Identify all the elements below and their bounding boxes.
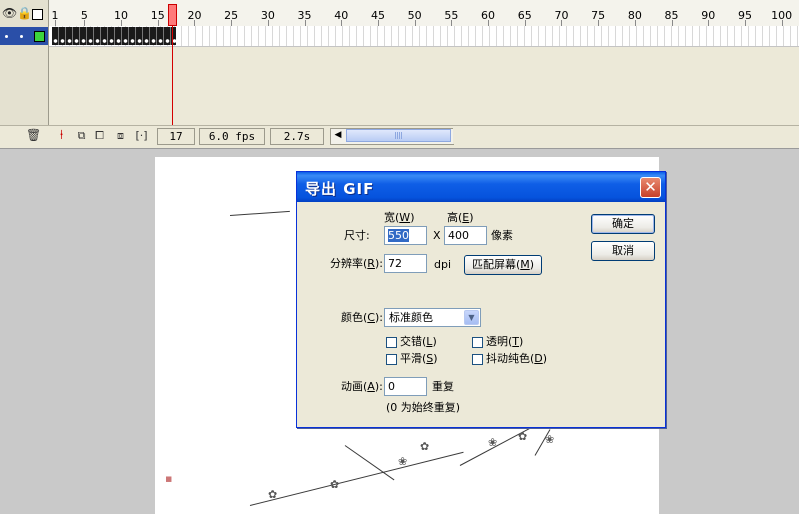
- eye-icon[interactable]: 👁: [2, 7, 17, 19]
- colors-select[interactable]: 标准颜色 ▼: [384, 308, 481, 327]
- width-header: 宽(W): [384, 211, 415, 224]
- timeline-empty-area: [49, 47, 799, 125]
- size-unit: 像素: [491, 229, 513, 242]
- blossom-icon: ❀: [398, 455, 408, 468]
- blossom-icon: ✿: [518, 430, 528, 443]
- layer-visibility-dot[interactable]: [5, 35, 8, 38]
- edit-multiple-frames-icon[interactable]: ⧈: [114, 129, 127, 142]
- colors-label: 颜色(C):: [341, 311, 383, 324]
- seal-mark-icon: ▪: [165, 472, 173, 485]
- resolution-input[interactable]: 72: [384, 254, 427, 273]
- interlace-checkbox[interactable]: [386, 337, 397, 348]
- width-input[interactable]: 550: [384, 226, 427, 245]
- close-icon: ✕: [644, 178, 657, 196]
- dialog-titlebar[interactable]: 导出 GIF ✕: [297, 172, 665, 202]
- onion-skin-outline-icon[interactable]: ⧠: [93, 129, 106, 142]
- lock-icon[interactable]: 🔒: [17, 7, 32, 19]
- interlace-label: 交错(L): [400, 335, 437, 348]
- trash-icon[interactable]: 🗑: [26, 129, 41, 142]
- smooth-label: 平滑(S): [400, 352, 438, 365]
- smooth-checkbox[interactable]: [386, 354, 397, 365]
- blossom-icon: ❀: [545, 433, 555, 446]
- resolution-unit: dpi: [434, 258, 452, 271]
- blossom-icon: ✿: [420, 440, 430, 453]
- dialog-title: 导出 GIF: [305, 180, 375, 198]
- export-gif-dialog: 导出 GIF ✕ 宽(W) 高(E) 尺寸: 550 X 400 像素 分辨率(…: [296, 171, 666, 428]
- outline-icon[interactable]: [32, 9, 43, 20]
- chevron-down-icon[interactable]: ▼: [464, 310, 479, 325]
- resolution-label: 分辨率(R):: [330, 257, 383, 270]
- current-frame-readout: 17: [157, 128, 195, 145]
- transparent-checkbox[interactable]: [472, 337, 483, 348]
- dither-checkbox[interactable]: [472, 354, 483, 365]
- size-separator: X: [433, 229, 441, 242]
- match-screen-button[interactable]: 匹配屏幕(M): [464, 255, 542, 275]
- size-label: 尺寸:: [344, 229, 370, 242]
- blossom-icon: ✿: [268, 488, 278, 501]
- elapsed-time-readout: 2.7s: [270, 128, 324, 145]
- height-input[interactable]: 400: [444, 226, 487, 245]
- layer-outline-color[interactable]: [34, 31, 45, 42]
- scroll-left-arrow-icon[interactable]: ◀: [331, 129, 345, 142]
- frame-rate-readout: 6.0 fps: [199, 128, 265, 145]
- status-bar-fill: [453, 128, 799, 144]
- close-button[interactable]: ✕: [640, 177, 661, 198]
- center-frame-icon[interactable]: ⍿: [55, 129, 68, 142]
- blossom-icon: ❀: [488, 436, 498, 449]
- cancel-button[interactable]: 取消: [591, 241, 655, 261]
- onion-skin-icon[interactable]: ⧉: [75, 129, 88, 142]
- playhead-handle[interactable]: [168, 4, 177, 26]
- height-header: 高(E): [447, 211, 474, 224]
- scroll-grip: [395, 132, 403, 139]
- dither-label: 抖动纯色(D): [486, 352, 548, 365]
- colors-selected-value: 标准颜色: [389, 311, 433, 324]
- layer-lock-dot[interactable]: [20, 35, 23, 38]
- blossom-icon: ✿: [330, 478, 340, 491]
- animation-unit: 重复: [432, 380, 454, 393]
- transparent-label: 透明(T): [486, 335, 524, 348]
- animation-hint: (0 为始终重复): [386, 401, 461, 414]
- modify-markers-icon[interactable]: [·]: [135, 129, 148, 142]
- ok-button[interactable]: 确定: [591, 214, 655, 234]
- dialog-body: 宽(W) 高(E) 尺寸: 550 X 400 像素 分辨率(R): 72 dp…: [300, 202, 662, 425]
- animation-repeat-input[interactable]: 0: [384, 377, 427, 396]
- animation-label: 动画(A):: [341, 380, 383, 393]
- keyframe-dots: [52, 38, 176, 44]
